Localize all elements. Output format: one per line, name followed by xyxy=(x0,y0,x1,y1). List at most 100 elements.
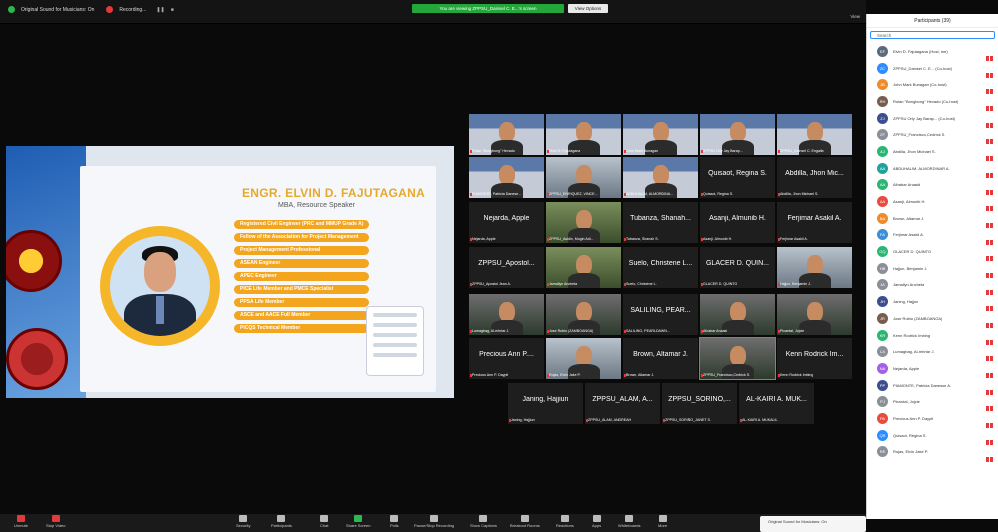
participant-row[interactable]: NA Nejarda, Apple xyxy=(867,360,998,379)
participant-row[interactable]: AA Asanji, Almunib H. xyxy=(867,193,998,212)
participant-row[interactable]: ZC ZPPSU_Dainsel C. E... (Co-host) xyxy=(867,60,998,78)
participant-video-tile[interactable]: ZPPSU_Asidin, Mugin Adi... xyxy=(546,202,621,243)
participant-row[interactable]: LA Lumagbag, Al-mhrtar J. xyxy=(867,343,998,362)
participant-row[interactable]: AA ABDUHALIM, ALMORDINAR A. xyxy=(867,160,998,178)
tile-display-name: SALILING, PEAR... xyxy=(630,307,691,314)
stop-video-button[interactable]: Stop Video xyxy=(46,515,66,528)
participant-video-tile[interactable]: GLACER D. QUIN... GLACER D. QUINTO xyxy=(700,247,775,288)
chat-button[interactable]: Chat xyxy=(320,515,328,528)
participant-row[interactable]: JR Jose Rubio (ZAMBOANGA) xyxy=(867,310,998,328)
participant-video-tile[interactable]: Brown, Altamar J. Brown, Altamar J. xyxy=(623,338,698,379)
avatar: ZC xyxy=(877,62,888,74)
tile-name-label: Elvin D. Fajutagana xyxy=(549,149,581,153)
tile-name-label: Suelo, Christene L. xyxy=(626,282,657,286)
participant-video-tile[interactable]: Picardal, Jojcie xyxy=(777,294,852,335)
participant-row[interactable]: KR Kenn Rodrick Imbing xyxy=(867,327,998,345)
speaker-photo xyxy=(110,236,210,336)
view-button[interactable]: View xyxy=(850,14,860,19)
participant-name: John Mark Bunagan (Co-host) xyxy=(893,82,947,88)
share-screen-button[interactable]: Share Screen xyxy=(346,515,370,528)
participant-video-tile[interactable]: Jamailyn Ancheta xyxy=(546,247,621,288)
participant-video-tile[interactable]: Abdilla, Jhon Mic... Abdilla, Jhon Michae… xyxy=(777,157,852,198)
participant-video-tile[interactable]: ZPPSU_ALAM, A... ZPPSU_ALAM, ANDREAH xyxy=(585,383,660,424)
participant-video-tile[interactable]: ZPPSU_Francisco,Cedrick S. xyxy=(699,337,776,380)
security-button[interactable]: Security xyxy=(236,515,250,528)
participant-video-tile[interactable]: Jose Rubio (ZAMBOANGA) xyxy=(546,294,621,335)
recording-label[interactable]: Recording... xyxy=(119,7,146,13)
participant-video-tile[interactable]: Alhabar Anaaid xyxy=(700,294,775,335)
mic-muted-icon xyxy=(986,456,989,462)
pause-recording-icon[interactable]: ❚❚ xyxy=(156,7,164,13)
avatar: RH xyxy=(877,95,888,107)
participant-video-tile[interactable]: Janing, Hajjiun Janing, Hajjiun xyxy=(508,383,583,424)
captions-button[interactable]: Show Captions xyxy=(470,515,497,528)
unmute-button[interactable]: Unmute xyxy=(14,515,28,528)
participant-row[interactable]: PA Precious Ann P. Daypit xyxy=(867,410,998,429)
breakout-rooms-button[interactable]: Breakout Rooms xyxy=(510,515,540,528)
participant-video-tile[interactable]: ZPPSU_ENRIQUEZ, VINCE... xyxy=(546,157,621,198)
participant-row[interactable]: AA Alhabar Anaaid xyxy=(867,177,998,195)
participant-video-tile[interactable]: SALILING, PEAR... SALILING, PEARLDAWN... xyxy=(623,294,698,335)
more-button[interactable]: More xyxy=(658,515,667,528)
participant-status-icons xyxy=(986,198,996,212)
audio-status-label[interactable]: Original Sound for Musicians: On xyxy=(21,7,94,13)
participant-video-tile[interactable]: ZPPSU Orly Jay Barap... xyxy=(700,114,775,155)
polls-button[interactable]: Polls xyxy=(390,515,399,528)
credential-item: Registered Civil Engineer (PRC and MMUP … xyxy=(234,220,370,229)
apps-button[interactable]: Apps xyxy=(592,515,601,528)
participant-video-tile[interactable]: Asanji, Almunib H. Asanji, Almunib H. xyxy=(700,202,775,243)
participant-video-tile[interactable]: ZPPSU_SORIÑO,... ZPPSU_SORIÑO_JANET S. xyxy=(662,383,737,424)
participant-row[interactable]: GQ GLACER D. QUINTO xyxy=(867,243,998,262)
avatar: HB xyxy=(877,262,888,274)
reactions-button[interactable]: Reactions xyxy=(556,515,574,528)
participant-row[interactable]: QR Quisaot, Regina S. xyxy=(867,427,998,445)
tile-name-label: John Mark Bunagan xyxy=(626,149,659,153)
participant-video-tile[interactable]: Tubanza, Shanah... Tubanza, Shanah S. xyxy=(623,202,698,243)
pause-recording-button[interactable]: Pause/Stop Recording xyxy=(414,515,454,528)
participant-video-tile[interactable]: Ferjimar Asakil A. Ferjimar Asakil A. xyxy=(777,202,852,243)
avatar: AA xyxy=(877,162,888,174)
participant-video-tile[interactable]: Nejarda, Apple Nejarda, Apple xyxy=(469,202,544,243)
tile-display-name: AL-KAIRI A. MUK... xyxy=(746,396,807,403)
participant-video-tile[interactable]: AL-KAIRI A. MUK... AL-KAIRI A. MUKALIL xyxy=(739,383,814,424)
view-options-button[interactable]: View Options xyxy=(568,4,608,13)
participant-row[interactable]: ZF ZPPSU_Francisco,Cedrick S. xyxy=(867,126,998,145)
participant-video-tile[interactable]: ZPPSU_Apostol... ZPPSU_Apostol Jean A. xyxy=(469,247,544,288)
participant-search-input[interactable]: Search xyxy=(870,31,995,39)
tile-name-label: ZPPSU_Asidin, Mugin Adi... xyxy=(549,237,594,241)
participant-row[interactable]: ZJ ZPPSU Orly Jay Barap... (Co-host) xyxy=(867,110,998,128)
participant-video-tile[interactable]: Kenn Rodrick Im... Kenn Rodrick Imbing xyxy=(777,338,852,379)
participant-row[interactable]: JH Janing, Hajjun xyxy=(867,293,998,312)
tile-name-label: ZPPSU_SORIÑO_JANET S. xyxy=(665,418,711,422)
participant-row[interactable]: HB Hajjun, Benjamin J. xyxy=(867,260,998,278)
participant-row[interactable]: AJ Abdilla, Jhon Michael S. xyxy=(867,143,998,162)
participant-row[interactable]: BA Brown, Altamar J. xyxy=(867,210,998,228)
participant-video-tile[interactable]: Rojas, Elvin Jake P. xyxy=(546,338,621,379)
stop-recording-icon[interactable]: ■ xyxy=(171,7,174,13)
participant-video-tile[interactable]: Precious Ann P.... Precious Ann P. Daypit xyxy=(469,338,544,379)
participant-video-tile[interactable]: Lumagbag, Al-mhrtar J. xyxy=(469,294,544,335)
participant-video-tile[interactable]: Suelo, Christene L... Suelo, Christene L. xyxy=(623,247,698,288)
participant-video-tile[interactable]: ABDUHALIM, ALMORDINA... xyxy=(623,157,698,198)
whiteboards-button[interactable]: Whiteboards xyxy=(618,515,640,528)
participant-video-tile[interactable]: Rolan "Bongbong" Hevado xyxy=(469,114,544,155)
participant-row[interactable]: PJ Picardal, Jojcie xyxy=(867,393,998,412)
participants-panel: Participants (39) Search EF Elvin D. Faju… xyxy=(866,14,998,519)
chat-bubble-icon xyxy=(320,515,329,522)
participant-row[interactable]: FA Ferjimar Asakil A. xyxy=(867,227,998,245)
participant-video-tile[interactable]: John Mark Bunagan xyxy=(623,114,698,155)
participant-video-tile[interactable]: Elvin D. Fajutagana xyxy=(546,114,621,155)
participants-button[interactable]: Participants xyxy=(271,515,292,528)
participant-row[interactable]: JA Jamailyn Ancheta xyxy=(867,277,998,295)
participant-row[interactable]: RE Rojas, Elvin Jake P. xyxy=(867,444,998,462)
participant-name: Elvin D. Fajutagana (Host, me) xyxy=(893,48,948,54)
participant-video-tile[interactable]: Hajjun, Benjamin J. xyxy=(777,247,852,288)
participant-row[interactable]: EF Elvin D. Fajutagana (Host, me) xyxy=(867,43,998,61)
participant-row[interactable]: JB John Mark Bunagan (Co-host) xyxy=(867,76,998,95)
participant-row[interactable]: PP PIAMONTE, Patricia Danesse A. xyxy=(867,377,998,395)
participant-video-tile[interactable]: ZPPSU_Dainsel C. Engalla xyxy=(777,114,852,155)
participant-row[interactable]: RH Rolan "Bongbong" Hevado (Co-host) xyxy=(867,93,998,112)
participant-video-tile[interactable]: Quisaot, Regina S. Quisaot, Regina S. xyxy=(700,157,775,198)
participant-video-tile[interactable]: PIAMONTE, Patricia Danese... xyxy=(469,157,544,198)
tile-display-name: Janing, Hajjiun xyxy=(522,396,569,403)
